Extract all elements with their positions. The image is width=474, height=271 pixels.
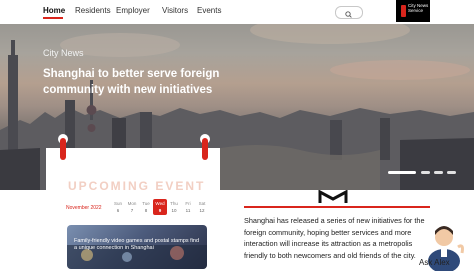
search-icon: [345, 11, 352, 18]
weekday-label: Fri: [185, 201, 191, 206]
binder-clip: [60, 138, 66, 160]
hero-headline[interactable]: Shanghai to better serve foreign communi…: [43, 66, 253, 98]
nav-events[interactable]: Events: [197, 6, 221, 15]
calendar-day[interactable]: 10: [167, 208, 181, 213]
search-button[interactable]: [335, 6, 363, 19]
calendar-day-selected[interactable]: 9: [153, 208, 167, 213]
calendar-day[interactable]: 11: [181, 208, 195, 213]
weekday-label: Sun: [113, 201, 122, 206]
calendar-day[interactable]: 12: [195, 208, 209, 213]
article-summary[interactable]: Shanghai has released a series of new in…: [244, 215, 430, 261]
calendar-month: November 2022: [66, 205, 102, 211]
weekday-label: Wed: [155, 201, 165, 206]
hero-section-label[interactable]: City News: [43, 48, 84, 58]
weekday-label: Tue: [142, 201, 150, 206]
logo-text: City News Service: [408, 3, 429, 13]
carousel-indicator[interactable]: [421, 171, 430, 174]
article-divider: [244, 206, 430, 208]
logo-mark: [401, 5, 406, 17]
carousel-indicator-active[interactable]: [388, 171, 416, 174]
nav-employer[interactable]: Employer: [116, 6, 150, 15]
weekday-label: Thu: [170, 201, 178, 206]
nav-residents[interactable]: Residents: [75, 6, 111, 15]
carousel-indicator[interactable]: [434, 171, 443, 174]
calendar-day[interactable]: 7: [125, 208, 139, 213]
top-navigation: Home Residents Employer Visitors Events …: [0, 0, 474, 24]
binder-clip: [202, 138, 208, 160]
weekday-label: Sat: [198, 201, 206, 206]
nav-visitors[interactable]: Visitors: [162, 6, 188, 15]
event-item-text[interactable]: Family-friendly video games and postal s…: [74, 238, 202, 252]
ask-alex-label[interactable]: Ask Alex: [419, 258, 450, 267]
nav-active-underline: [43, 17, 63, 19]
calendar-day[interactable]: 8: [139, 208, 153, 213]
nav-home[interactable]: Home: [43, 6, 65, 15]
upcoming-event-title: UPCOMING EVENT: [68, 179, 206, 193]
weekday-label: Mon: [127, 201, 137, 206]
quote-mark-icon: [318, 190, 348, 203]
carousel-indicator[interactable]: [447, 171, 456, 174]
city-news-service-logo[interactable]: City News Service: [396, 0, 430, 22]
calendar-day[interactable]: 6: [111, 208, 125, 213]
